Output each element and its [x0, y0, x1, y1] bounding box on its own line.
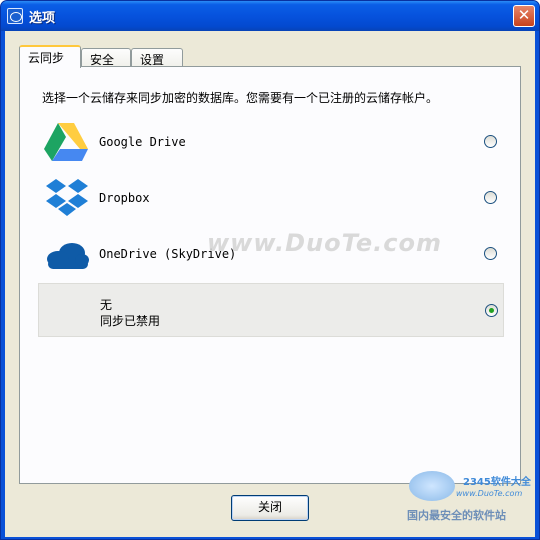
tab-settings[interactable]: 设置: [131, 48, 183, 67]
provider-subtitle: 同步已禁用: [100, 314, 161, 328]
provider-onedrive[interactable]: OneDrive (SkyDrive): [38, 227, 504, 281]
google-drive-icon: [44, 123, 88, 161]
provider-name: Dropbox: [99, 191, 150, 205]
app-icon: [7, 8, 23, 24]
provider-name: Google Drive: [99, 135, 186, 149]
tab-cloud-sync[interactable]: 云同步: [19, 45, 81, 68]
provider-name: 无: [100, 298, 113, 312]
provider-radio[interactable]: [484, 135, 497, 148]
dialog-client-area: 云同步 安全 设置 选择一个云储存来同步加密的数据库。您需要有一个已注册的云储存…: [5, 31, 535, 537]
provider-dropbox[interactable]: Dropbox: [38, 171, 504, 225]
options-window: 选项 ✕ 云同步 安全 设置 选择一个云储存来同步加密的数据库。您需要有一个已注…: [0, 0, 540, 540]
provider-radio[interactable]: [484, 191, 497, 204]
provider-radio[interactable]: [484, 247, 497, 260]
provider-google-drive[interactable]: Google Drive: [38, 115, 504, 169]
title-bar[interactable]: 选项 ✕: [1, 1, 539, 31]
sync-description: 选择一个云储存来同步加密的数据库。您需要有一个已注册的云储存帐户。: [42, 91, 439, 105]
dropbox-icon: [46, 179, 88, 216]
provider-radio-selected[interactable]: [485, 304, 498, 317]
sync-panel: 选择一个云储存来同步加密的数据库。您需要有一个已注册的云储存帐户。 Google…: [19, 66, 521, 484]
onedrive-icon: [47, 243, 89, 269]
window-title: 选项: [29, 11, 56, 26]
close-window-button[interactable]: ✕: [513, 5, 535, 27]
provider-name: OneDrive (SkyDrive): [99, 247, 237, 261]
tab-security[interactable]: 安全: [81, 48, 131, 67]
provider-none[interactable]: 无 同步已禁用: [38, 283, 504, 337]
close-button[interactable]: 关闭: [231, 495, 309, 521]
